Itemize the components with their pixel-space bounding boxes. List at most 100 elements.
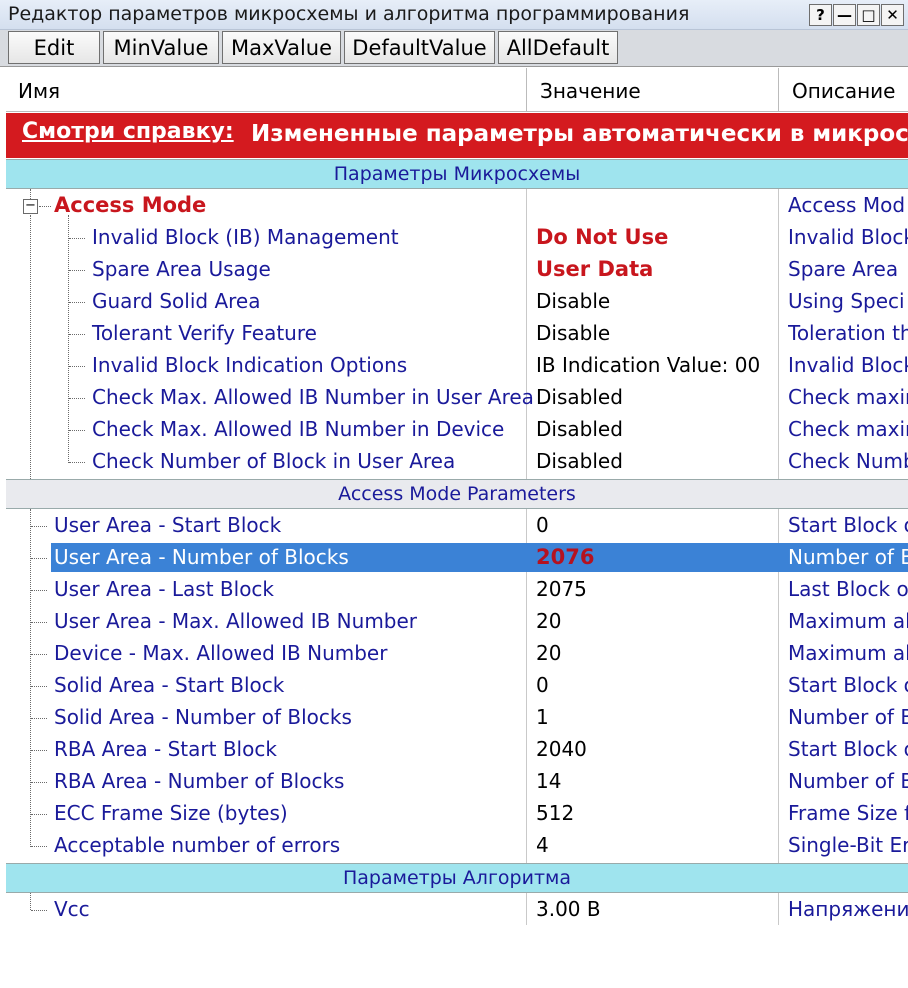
max-value-button[interactable]: MaxValue xyxy=(222,31,341,64)
tree-connector xyxy=(31,558,47,559)
property-name: User Area - Max. Allowed IB Number xyxy=(54,609,418,633)
column-name-header[interactable]: Имя xyxy=(18,68,60,112)
param-row-selected[interactable]: User Area - Number of Blocks 2076 Number… xyxy=(6,541,908,573)
property-value[interactable]: 1 xyxy=(536,701,549,733)
tree-connector xyxy=(69,462,85,463)
param-row[interactable]: User Area - Max. Allowed IB Number 20 Ma… xyxy=(6,605,908,637)
param-row[interactable]: RBA Area - Number of Blocks 14 Number of… xyxy=(6,765,908,797)
property-description: Spare Area xyxy=(788,257,899,281)
tree-row-child[interactable]: Tolerant Verify Feature Disable Tolerati… xyxy=(6,317,908,349)
property-description: Toleration th xyxy=(788,321,908,345)
property-value[interactable]: Disable xyxy=(536,317,610,349)
property-value[interactable]: 0 xyxy=(536,509,549,541)
default-value-button[interactable]: DefaultValue xyxy=(344,31,495,64)
minimize-button[interactable]: — xyxy=(833,4,856,26)
param-row[interactable]: Device - Max. Allowed IB Number 20 Maxim… xyxy=(6,637,908,669)
property-description: Check Numb xyxy=(788,449,908,473)
tree-connector xyxy=(69,334,85,335)
property-name: ECC Frame Size (bytes) xyxy=(54,801,288,825)
toolbar: Edit MinValue MaxValue DefaultValue AllD… xyxy=(0,30,908,67)
tree-connector xyxy=(31,910,47,911)
tree-row-child[interactable]: Check Max. Allowed IB Number in Device D… xyxy=(6,413,908,445)
section-chip-params[interactable]: Параметры Микросхемы xyxy=(6,159,908,189)
property-value[interactable]: Disabled xyxy=(536,445,623,477)
section-algorithm-params[interactable]: Параметры Алгоритма xyxy=(6,863,908,893)
param-row[interactable]: User Area - Start Block 0 Start Block o xyxy=(6,509,908,541)
maximize-button[interactable]: □ xyxy=(857,4,880,26)
tree-connector xyxy=(69,430,85,431)
property-name: Spare Area Usage xyxy=(92,257,271,281)
property-value[interactable]: 3.00 В xyxy=(536,893,601,925)
tree-row-child[interactable]: Guard Solid Area Disable Using Speci xyxy=(6,285,908,317)
property-value[interactable]: User Data xyxy=(536,253,653,285)
property-value[interactable]: 2040 xyxy=(536,733,587,765)
param-row[interactable]: ECC Frame Size (bytes) 512 Frame Size f xyxy=(6,797,908,829)
param-row[interactable]: Solid Area - Start Block 0 Start Block o xyxy=(6,669,908,701)
tree-connector xyxy=(69,398,85,399)
help-link[interactable]: Смотри справку: xyxy=(22,119,234,144)
edit-button[interactable]: Edit xyxy=(8,31,100,64)
param-row-vcc[interactable]: Vcc 3.00 В Напряжени xyxy=(6,893,908,925)
property-name: Acceptable number of errors xyxy=(54,833,341,857)
property-name: Invalid Block (IB) Management xyxy=(92,225,399,249)
param-row[interactable]: Acceptable number of errors 4 Single-Bit… xyxy=(6,829,908,861)
collapse-icon[interactable]: − xyxy=(23,199,38,214)
tree-row-access-mode[interactable]: − Access Mode Access Mod xyxy=(6,189,908,221)
property-value[interactable]: 2076 xyxy=(536,541,594,573)
tree-row-child[interactable]: Check Max. Allowed IB Number in User Are… xyxy=(6,381,908,413)
property-value[interactable]: Do Not Use xyxy=(536,221,668,253)
property-value[interactable]: Disabled xyxy=(536,381,623,413)
property-name: Access Mode xyxy=(54,193,207,217)
column-header: Имя Значение Описание xyxy=(6,68,908,112)
min-value-button[interactable]: MinValue xyxy=(103,31,219,64)
tree-row-child[interactable]: Invalid Block (IB) Management Do Not Use… xyxy=(6,221,908,253)
property-name: Solid Area - Number of Blocks xyxy=(54,705,352,729)
section-access-mode-params[interactable]: Access Mode Parameters xyxy=(6,479,908,509)
property-name: Guard Solid Area xyxy=(92,289,261,313)
tree-connector xyxy=(69,302,85,303)
property-description: Invalid Block xyxy=(788,353,908,377)
column-value-header[interactable]: Значение xyxy=(540,68,641,112)
tree-connector xyxy=(31,686,47,687)
tree-row-child[interactable]: Check Number of Block in User Area Disab… xyxy=(6,445,908,477)
property-value[interactable]: Disabled xyxy=(536,413,623,445)
property-name: Check Number of Block in User Area xyxy=(92,449,456,473)
all-default-button[interactable]: AllDefault xyxy=(498,31,618,64)
window-title: Редактор параметров микросхемы и алгорит… xyxy=(8,3,690,25)
property-description: Invalid Block xyxy=(788,225,908,249)
property-grid: Имя Значение Описание Смотри справку: Из… xyxy=(6,68,908,988)
column-divider[interactable] xyxy=(778,68,779,112)
property-value[interactable]: Disable xyxy=(536,285,610,317)
property-description: Check maxin xyxy=(788,385,908,409)
property-value[interactable]: 20 xyxy=(536,605,561,637)
property-name: Check Max. Allowed IB Number in User Are… xyxy=(92,385,534,409)
tree-connector xyxy=(31,846,47,847)
tree-row-child[interactable]: Invalid Block Indication Options IB Indi… xyxy=(6,349,908,381)
property-name: Device - Max. Allowed IB Number xyxy=(54,641,388,665)
property-value[interactable]: 4 xyxy=(536,829,549,861)
tree-connector xyxy=(39,206,51,207)
param-row[interactable]: Solid Area - Number of Blocks 1 Number o… xyxy=(6,701,908,733)
property-value[interactable]: IB Indication Value: 00 xyxy=(536,349,760,381)
property-value[interactable]: 14 xyxy=(536,765,561,797)
tree-connector xyxy=(31,590,47,591)
property-name: Tolerant Verify Feature xyxy=(92,321,317,345)
property-value[interactable]: 512 xyxy=(536,797,574,829)
property-name: RBA Area - Number of Blocks xyxy=(54,769,345,793)
property-value[interactable]: 20 xyxy=(536,637,561,669)
param-row[interactable]: User Area - Last Block 2075 Last Block o xyxy=(6,573,908,605)
tree-connector xyxy=(31,750,47,751)
column-divider[interactable] xyxy=(526,68,527,112)
help-button[interactable]: ? xyxy=(809,4,832,26)
property-description: Maximum all xyxy=(788,641,908,665)
property-value[interactable]: 0 xyxy=(536,669,549,701)
property-description: Start Block o xyxy=(788,673,908,697)
tree-row-child[interactable]: Spare Area Usage User Data Spare Area xyxy=(6,253,908,285)
property-name: User Area - Start Block xyxy=(54,513,282,537)
tree-connector xyxy=(31,526,47,527)
property-value[interactable]: 2075 xyxy=(536,573,587,605)
column-description-header[interactable]: Описание xyxy=(792,68,895,112)
close-button[interactable]: ✕ xyxy=(881,4,904,26)
param-row[interactable]: RBA Area - Start Block 2040 Start Block … xyxy=(6,733,908,765)
property-description: Start Block o xyxy=(788,737,908,761)
